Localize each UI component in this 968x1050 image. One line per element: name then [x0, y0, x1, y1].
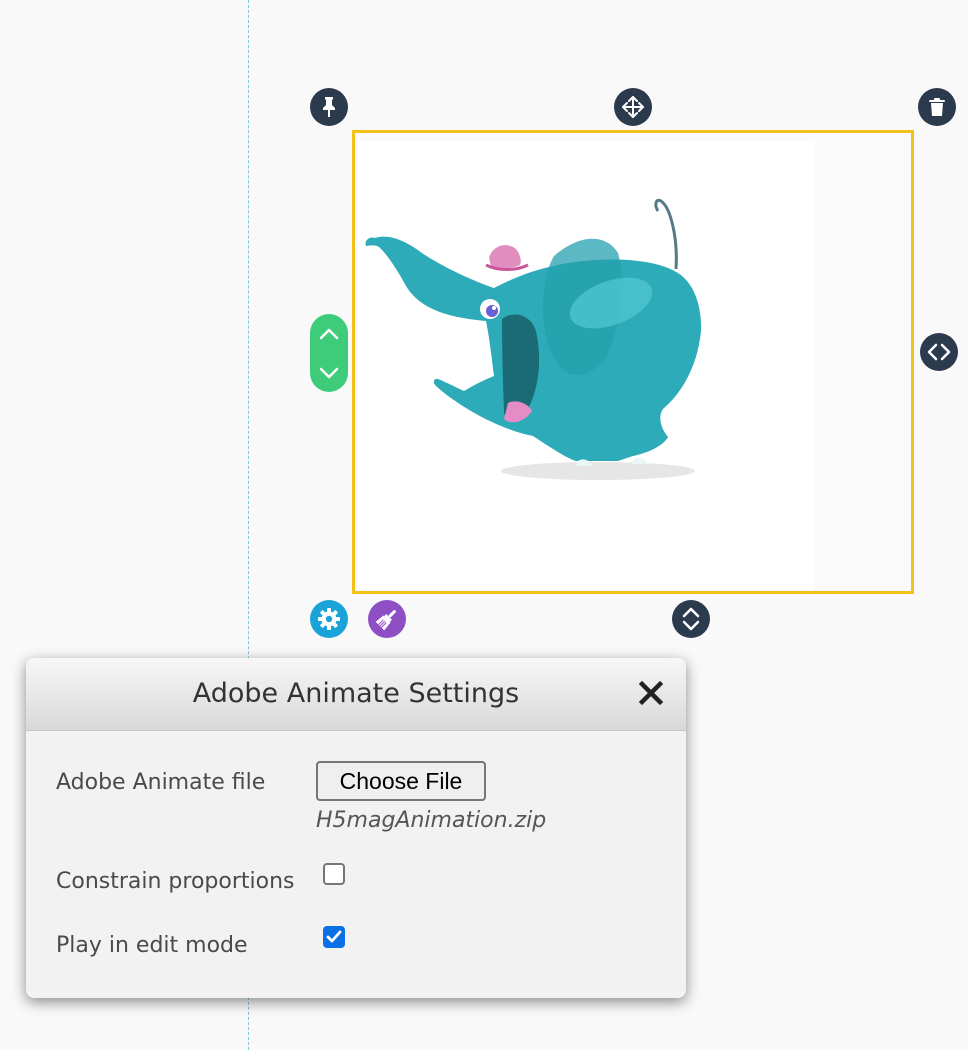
- dialog-title: Adobe Animate Settings: [192, 678, 520, 709]
- close-icon: [638, 680, 664, 706]
- delete-button[interactable]: [918, 88, 956, 126]
- settings-button[interactable]: [310, 600, 348, 638]
- move-icon: [620, 94, 646, 120]
- checkmark-icon: [326, 930, 342, 943]
- pin-icon: [319, 96, 339, 118]
- style-button[interactable]: [368, 600, 406, 638]
- file-label: Adobe Animate file: [56, 770, 266, 795]
- close-button[interactable]: [638, 680, 664, 706]
- gear-icon: [317, 607, 341, 631]
- constrain-proportions-checkbox[interactable]: [323, 863, 345, 885]
- move-button[interactable]: [614, 88, 652, 126]
- selected-element-frame[interactable]: [352, 130, 914, 594]
- selected-file-name: H5magAnimation.zip: [316, 808, 547, 833]
- chevron-up-icon: [319, 328, 339, 339]
- brush-icon: [375, 607, 399, 631]
- resize-vertical-icon: [678, 606, 704, 632]
- chevron-down-button[interactable]: [318, 366, 340, 380]
- chevron-up-button[interactable]: [318, 327, 340, 341]
- animation-canvas: [358, 141, 814, 589]
- play-in-edit-mode-label: Play in edit mode: [56, 933, 248, 958]
- choose-file-button[interactable]: Choose File: [316, 761, 486, 801]
- pin-button[interactable]: [310, 88, 348, 126]
- chevron-down-icon: [319, 367, 339, 378]
- dialog-header: Adobe Animate Settings: [26, 658, 686, 731]
- vertical-position-control: [310, 314, 348, 392]
- adobe-animate-settings-dialog: Adobe Animate Settings Adobe Animate fil…: [26, 658, 686, 998]
- resize-horizontal-icon: [926, 339, 952, 365]
- constrain-proportions-label: Constrain proportions: [56, 869, 295, 894]
- trash-icon: [928, 97, 946, 117]
- elephant-illustration: [365, 198, 702, 480]
- play-in-edit-mode-checkbox[interactable]: [323, 926, 345, 948]
- resize-vertical-handle[interactable]: [672, 600, 710, 638]
- resize-horizontal-handle[interactable]: [920, 333, 958, 371]
